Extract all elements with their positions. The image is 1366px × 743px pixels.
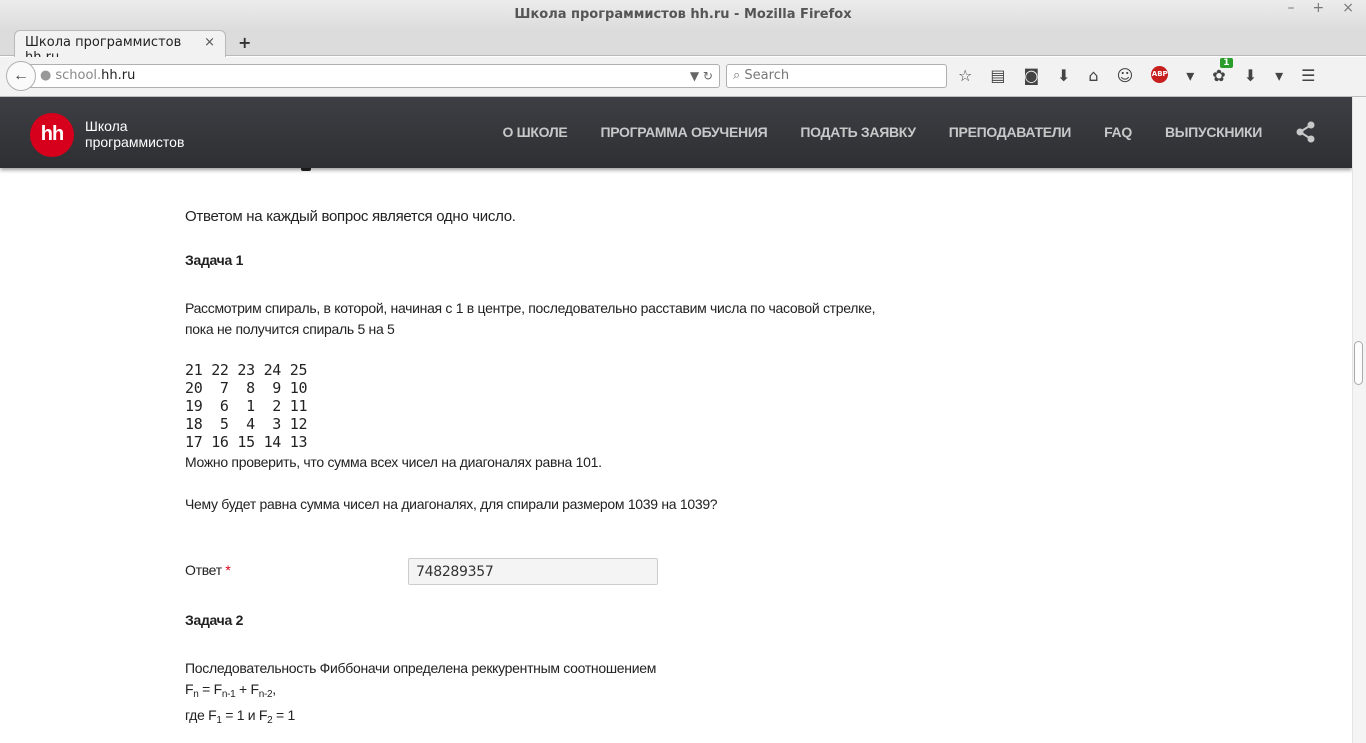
window-titlebar: Школа программистов hh.ru - Mozilla Fire… [0, 0, 1366, 30]
nav-graduates[interactable]: ВЫПУСКНИКИ [1165, 124, 1262, 140]
addon-badge-icon[interactable]: ✿ 1 [1212, 58, 1233, 85]
url-dropdown-reload-icons[interactable]: ▼ ↻ [690, 65, 713, 87]
task-1-question: Чему будет равна сумма чисел на диагонал… [185, 496, 718, 512]
share-icon[interactable] [1296, 121, 1316, 143]
task-1-check: Можно проверить, что сумма всех чисел на… [185, 454, 602, 470]
search-icon: ⌕ [733, 68, 741, 83]
task-1-line-1: Рассмотрим спираль, в которой, начиная с… [185, 300, 876, 316]
close-window-button[interactable]: × [1342, 0, 1354, 16]
globe-icon: ● [40, 68, 52, 83]
fibonacci-initial: где F1 = 1 и F2 = 1 [185, 707, 295, 726]
search-placeholder: Search [744, 68, 790, 83]
answer-label-text: Ответ [185, 562, 222, 578]
search-input[interactable]: ⌕ Search [726, 64, 947, 88]
site-nav: О ШКОЛЕ ПРОГРАММА ОБУЧЕНИЯ ПОДАТЬ ЗАЯВКУ… [502, 124, 1262, 140]
adblock-icon[interactable]: ABP [1151, 66, 1169, 83]
smiley-icon[interactable]: ☺ [1117, 66, 1134, 85]
toolbar-icons: ☆ ▤ ◙ ⬇ ⌂ ☺ ABP ▾ ✿ 1 ⬇ ▾ ☰ [958, 58, 1315, 85]
spiral-row: 18 5 4 3 12 [185, 415, 308, 433]
back-arrow-icon: ← [13, 67, 29, 84]
spiral-grid: 21 22 23 24 25 20 7 8 9 10 19 6 1 2 11 18 5… [185, 361, 308, 451]
nav-faq[interactable]: FAQ [1104, 124, 1132, 140]
scrollbar-thumb[interactable] [1354, 341, 1363, 385]
window-controls: – + × [1288, 0, 1354, 16]
addon-dropdown-icon[interactable]: ▾ [1186, 66, 1194, 85]
task-2-description: Последовательность Фиббоначи определена … [185, 658, 656, 731]
window-title: Школа программистов hh.ru - Mozilla Fire… [514, 7, 852, 22]
pocket-icon[interactable]: ◙ [1023, 66, 1039, 85]
back-button[interactable]: ← [6, 61, 36, 91]
brand-line-1: Школа [85, 118, 128, 134]
reading-list-icon[interactable]: ▤ [990, 66, 1005, 85]
hamburger-menu-icon[interactable]: ☰ [1301, 66, 1315, 85]
answer-input[interactable]: 748289357 [408, 558, 658, 585]
url-bar[interactable]: ● school.hh.ru ▼ ↻ [30, 64, 720, 88]
tab-close-icon[interactable]: × [204, 35, 215, 50]
url-host: hh.ru [101, 68, 136, 83]
addon-badge-count: 1 [1220, 58, 1233, 68]
fibonacci-formula: Fn = Fn-1 + Fn-2, [185, 681, 276, 700]
intro-text: Ответом на каждый вопрос является одно ч… [185, 208, 516, 225]
tab-school-hh[interactable]: Школа программистов hh.ru × [14, 30, 226, 65]
spiral-row: 20 7 8 9 10 [185, 379, 308, 397]
nav-about[interactable]: О ШКОЛЕ [502, 124, 567, 140]
answer-label: Ответ * [185, 562, 231, 578]
hh-logo[interactable]: hh [30, 113, 74, 157]
spiral-row: 17 16 15 14 13 [185, 433, 308, 451]
downloads-icon[interactable]: ⬇ [1244, 66, 1257, 85]
nav-teachers[interactable]: ПРЕПОДАВАТЕЛИ [949, 124, 1072, 140]
spiral-row: 19 6 1 2 11 [185, 397, 308, 415]
maximize-button[interactable]: + [1313, 0, 1325, 16]
page-scrollbar[interactable] [1352, 97, 1366, 743]
navigation-toolbar: ● school.hh.ru ▼ ↻ ← ⌕ Search ☆ ▤ ◙ ⬇ ⌂ ☺… [0, 57, 1366, 97]
required-marker: * [225, 562, 231, 578]
task-2-line-1: Последовательность Фиббоначи определена … [185, 660, 657, 676]
site-header: hh Школа программистов О ШКОЛЕ ПРОГРАММА… [0, 97, 1352, 168]
web-page: Ответом на каждый вопрос является одно ч… [0, 97, 1366, 743]
task-1-line-2: пока не получится спираль 5 на 5 [185, 321, 395, 337]
site-brand[interactable]: Школа программистов [85, 118, 184, 150]
tab-strip: Школа программистов hh.ru × + [0, 30, 1366, 65]
minimize-button[interactable]: – [1288, 0, 1295, 16]
task-1-title: Задача 1 [185, 252, 244, 268]
downloads-dropdown-icon[interactable]: ▾ [1275, 66, 1283, 85]
spiral-row: 21 22 23 24 25 [185, 361, 308, 379]
home-icon[interactable]: ⌂ [1088, 66, 1098, 85]
task-2-title: Задача 2 [185, 612, 244, 628]
task-1-description: Рассмотрим спираль, в которой, начиная с… [185, 298, 875, 340]
bookmark-star-icon[interactable]: ☆ [958, 66, 972, 85]
nav-apply[interactable]: ПОДАТЬ ЗАЯВКУ [800, 124, 916, 140]
url-prefix: school. [55, 68, 102, 83]
download-arrow-icon[interactable]: ⬇ [1057, 66, 1070, 85]
new-tab-button[interactable]: + [238, 33, 251, 52]
brand-line-2: программистов [85, 134, 185, 150]
nav-program[interactable]: ПРОГРАММА ОБУЧЕНИЯ [600, 124, 767, 140]
